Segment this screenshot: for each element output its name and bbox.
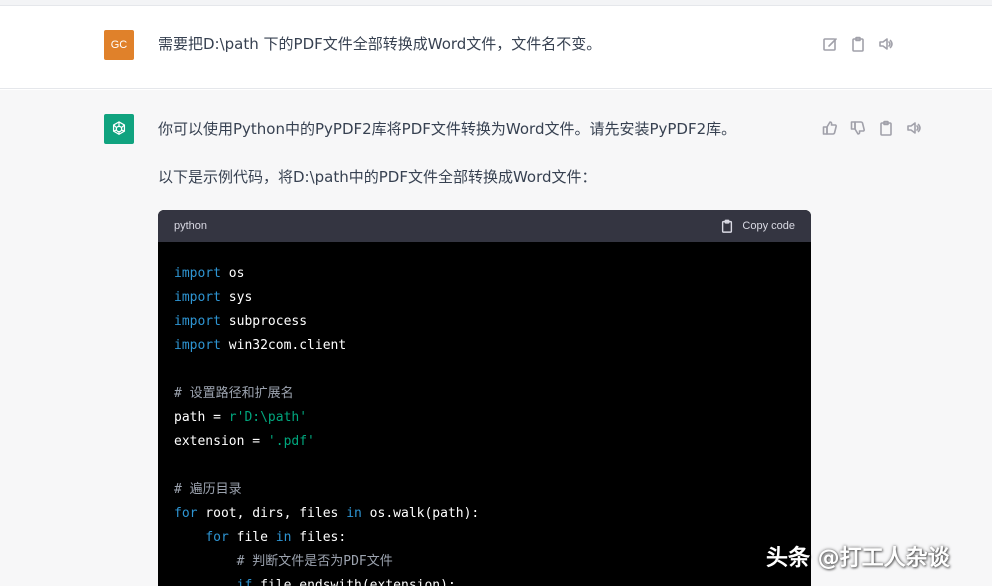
code-token: os: [220, 266, 245, 281]
code-token: import: [174, 290, 221, 305]
thumbs-down-icon[interactable]: [850, 120, 866, 136]
code-language-label: python: [174, 220, 208, 232]
code-line: # 判断文件是否为PDF文件: [174, 550, 795, 574]
clipboard-icon: [722, 219, 733, 233]
code-token: # 判断文件是否为PDF文件: [236, 554, 393, 569]
assistant-paragraph-2: 以下是示例代码，将D:\path中的PDF文件全部转换成Word文件：: [158, 168, 597, 186]
code-token: for: [205, 530, 229, 545]
code-block-header: python Copy code: [158, 210, 811, 242]
code-token: import: [174, 314, 221, 329]
code-line: extension = '.pdf': [174, 430, 795, 454]
code-line: for root, dirs, files in os.walk(path):: [174, 502, 795, 526]
clipboard-icon[interactable]: [878, 120, 894, 136]
speaker-icon[interactable]: [878, 36, 894, 52]
thumbs-up-icon[interactable]: [822, 120, 838, 136]
code-token: # 设置路径和扩展名: [174, 386, 294, 401]
code-line: import sys: [174, 286, 795, 310]
assistant-paragraph-1: 你可以使用Python中的PyPDF2库将PDF文件转换为Word文件。请先安装…: [158, 120, 737, 138]
code-token: import: [174, 266, 221, 281]
copy-code-button[interactable]: Copy code: [720, 219, 795, 233]
code-block: python Copy code import os import sys impo…: [158, 210, 811, 586]
code-line: # 遍历目录: [174, 478, 795, 502]
code-body: import os import sys import subprocess impo…: [158, 242, 811, 586]
code-token: file: [228, 530, 276, 545]
code-token: if: [236, 578, 253, 586]
clipboard-icon[interactable]: [850, 36, 866, 52]
code-token: extension =: [174, 434, 268, 449]
code-token: in: [346, 506, 362, 521]
code-token: path =: [174, 410, 229, 425]
code-token: # 遍历目录: [174, 482, 242, 497]
code-token: root, dirs, files: [197, 506, 347, 521]
user-message-text: 需要把D:\path 下的PDF文件全部转换成Word文件，文件名不变。: [158, 35, 602, 53]
code-token: for: [174, 506, 198, 521]
code-token: import: [174, 338, 221, 353]
speaker-icon[interactable]: [906, 120, 922, 136]
assistant-avatar: [104, 114, 134, 144]
code-line: path = r'D:\path': [174, 406, 795, 430]
code-token: os.walk(path):: [361, 506, 480, 521]
user-avatar: GC: [104, 30, 134, 60]
code-token: sys: [220, 290, 253, 305]
code-token: subprocess: [220, 314, 308, 329]
code-line: import win32com.client: [174, 334, 795, 358]
assistant-message-actions: [822, 120, 922, 136]
code-line: if file.endswith(extension):: [174, 574, 795, 586]
code-line: # 设置路径和扩展名: [174, 382, 795, 406]
code-token: '.pdf': [267, 434, 315, 449]
chat-page: GC 需要把D:\path 下的PDF文件全部转换成Word文件，文件名不变。 …: [0, 0, 992, 586]
assistant-message-row: 你可以使用Python中的PyPDF2库将PDF文件转换为Word文件。请先安装…: [0, 90, 992, 586]
openai-logo-icon: [112, 121, 126, 136]
code-line: import subprocess: [174, 310, 795, 334]
code-token: files:: [291, 530, 347, 545]
code-token: in: [275, 530, 292, 545]
code-line: for file in files:: [174, 526, 795, 550]
code-token: file.endswith(extension):: [252, 578, 456, 586]
code-token: win32com.client: [220, 338, 347, 353]
user-message-actions: [822, 36, 894, 52]
copy-code-label: Copy code: [742, 220, 795, 232]
user-message-row: GC 需要把D:\path 下的PDF文件全部转换成Word文件，文件名不变。: [0, 6, 992, 89]
edit-icon[interactable]: [822, 36, 838, 52]
code-line: import os: [174, 262, 795, 286]
code-token: r'D:\path': [228, 410, 308, 425]
watermark: 头条 @打工人杂谈: [766, 546, 950, 571]
